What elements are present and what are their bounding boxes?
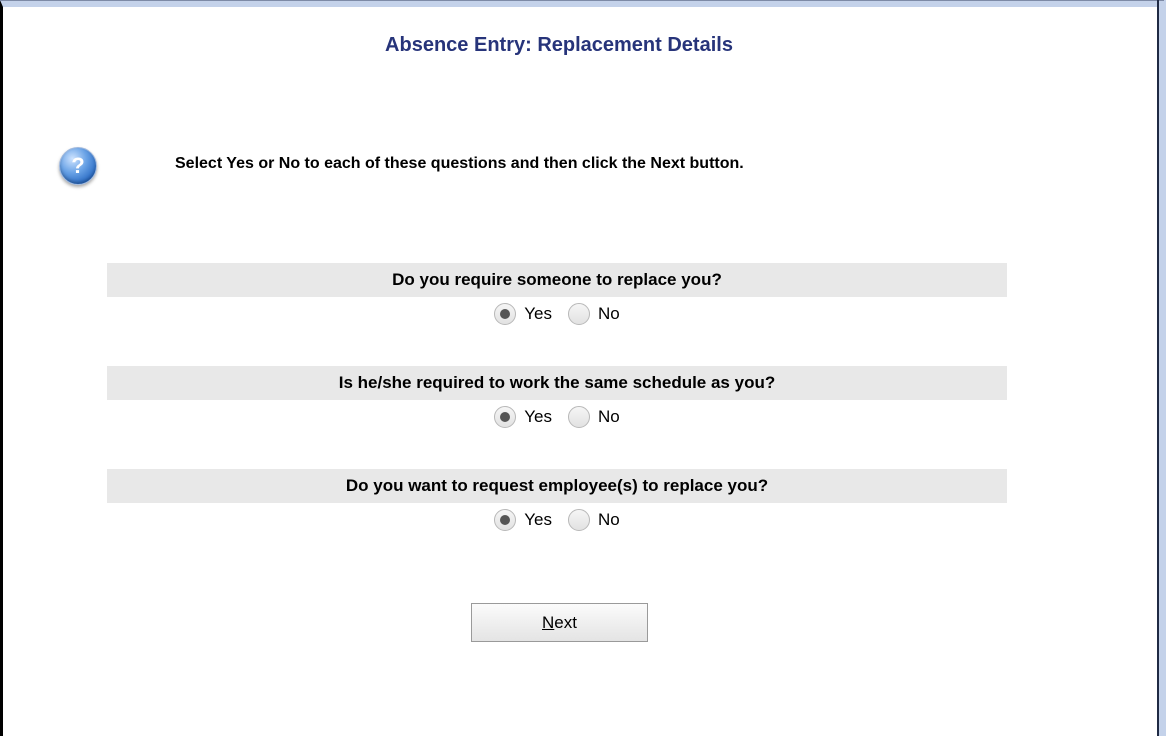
question-1-answers: Yes No [107,297,1007,331]
question-1-yes-label[interactable]: Yes [524,304,552,324]
next-button-rest: ext [554,613,577,632]
question-2-yes-label[interactable]: Yes [524,407,552,427]
question-1: Do you require someone to replace you? Y… [107,263,1007,331]
next-button-accel: N [542,613,555,632]
question-1-yes-radio[interactable] [494,303,517,325]
question-2-yes-radio[interactable] [494,406,517,428]
help-icon[interactable]: ? [59,147,97,185]
question-2-label: Is he/she required to work the same sche… [107,366,1007,400]
content-frame: Absence Entry: Replacement Details ? Sel… [0,0,1166,736]
question-2: Is he/she required to work the same sche… [107,366,1007,434]
instruction-text: Select Yes or No to each of these questi… [175,155,744,172]
question-3: Do you want to request employee(s) to re… [107,469,1007,537]
question-1-label: Do you require someone to replace you? [107,263,1007,297]
question-3-answers: Yes No [107,503,1007,537]
next-button[interactable]: Next [471,603,648,642]
question-mark-glyph: ? [71,153,85,178]
question-2-no-label[interactable]: No [598,407,620,427]
question-3-no-radio[interactable] [568,509,590,531]
question-1-no-radio[interactable] [568,303,590,325]
question-1-no-label[interactable]: No [598,304,620,324]
question-3-yes-label[interactable]: Yes [524,510,552,530]
page-title: Absence Entry: Replacement Details [385,34,733,56]
question-2-no-radio[interactable] [568,406,590,428]
question-2-answers: Yes No [107,400,1007,434]
question-3-yes-radio[interactable] [494,509,517,531]
question-3-no-label[interactable]: No [598,510,620,530]
question-3-label: Do you want to request employee(s) to re… [107,469,1007,503]
